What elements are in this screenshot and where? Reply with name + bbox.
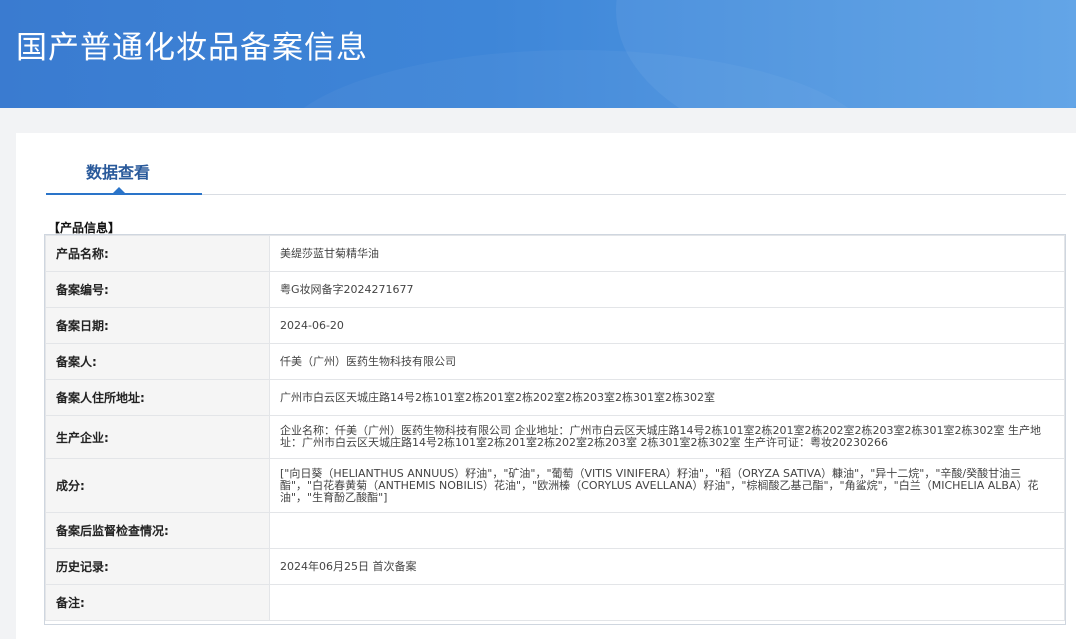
row-label: 备案人:: [45, 343, 270, 380]
row-label: 备注:: [45, 584, 270, 621]
section-title: 【产品信息】: [48, 221, 121, 235]
row-label: 成分:: [45, 458, 270, 513]
table-row: 备案人: 仟美（广州）医药生物科技有限公司: [45, 343, 1065, 380]
row-value: 2024-06-20: [269, 307, 1065, 344]
row-label: 备案日期:: [45, 307, 270, 344]
table-row: 成分: ["向日葵（HELIANTHUS ANNUUS）籽油"，"矿油"，"葡萄…: [45, 458, 1065, 513]
row-value: 广州市白云区天城庄路14号2栋101室2栋201室2栋202室2栋203室2栋3…: [269, 379, 1065, 416]
tab-caret-icon: [113, 187, 125, 193]
row-value: 美缇莎蓝甘菊精华油: [269, 235, 1065, 272]
row-value: ["向日葵（HELIANTHUS ANNUUS）籽油"，"矿油"，"葡萄（VIT…: [269, 458, 1065, 513]
row-label: 生产企业:: [45, 415, 270, 459]
row-value: 仟美（广州）医药生物科技有限公司: [269, 343, 1065, 380]
table-row: 备注:: [45, 584, 1065, 621]
content-panel: 数据查看 【产品信息】 产品名称: 美缇莎蓝甘菊精华油 备案编号: 粤G妆网备字…: [16, 133, 1076, 639]
row-value: 粤G妆网备字2024271677: [269, 271, 1065, 308]
row-label: 历史记录:: [45, 548, 270, 585]
table-row: 备案后监督检查情况:: [45, 512, 1065, 549]
table-row: 备案日期: 2024-06-20: [45, 307, 1065, 344]
page-title: 国产普通化妆品备案信息: [16, 30, 368, 66]
tab-active-indicator: [46, 193, 202, 195]
row-value: 企业名称：仟美（广州）医药生物科技有限公司 企业地址：广州市白云区天城庄路14号…: [269, 415, 1065, 459]
tab-data-view[interactable]: 数据查看: [86, 159, 150, 183]
table-row: 备案编号: 粤G妆网备字2024271677: [45, 271, 1065, 308]
row-label: 备案编号:: [45, 271, 270, 308]
row-label: 备案后监督检查情况:: [45, 512, 270, 549]
table-row: 历史记录: 2024年06月25日 首次备案: [45, 548, 1065, 585]
table-row: 产品名称: 美缇莎蓝甘菊精华油: [45, 235, 1065, 272]
page-header: 国产普通化妆品备案信息: [0, 0, 1076, 108]
row-label: 备案人住所地址:: [45, 379, 270, 416]
row-value: [269, 584, 1065, 621]
product-info-table: 产品名称: 美缇莎蓝甘菊精华油 备案编号: 粤G妆网备字2024271677 备…: [45, 235, 1065, 621]
row-label: 产品名称:: [45, 235, 270, 272]
table-row: 生产企业: 企业名称：仟美（广州）医药生物科技有限公司 企业地址：广州市白云区天…: [45, 415, 1065, 459]
row-value: 2024年06月25日 首次备案: [269, 548, 1065, 585]
row-value: [269, 512, 1065, 549]
table-row: 备案人住所地址: 广州市白云区天城庄路14号2栋101室2栋201室2栋202室…: [45, 379, 1065, 416]
